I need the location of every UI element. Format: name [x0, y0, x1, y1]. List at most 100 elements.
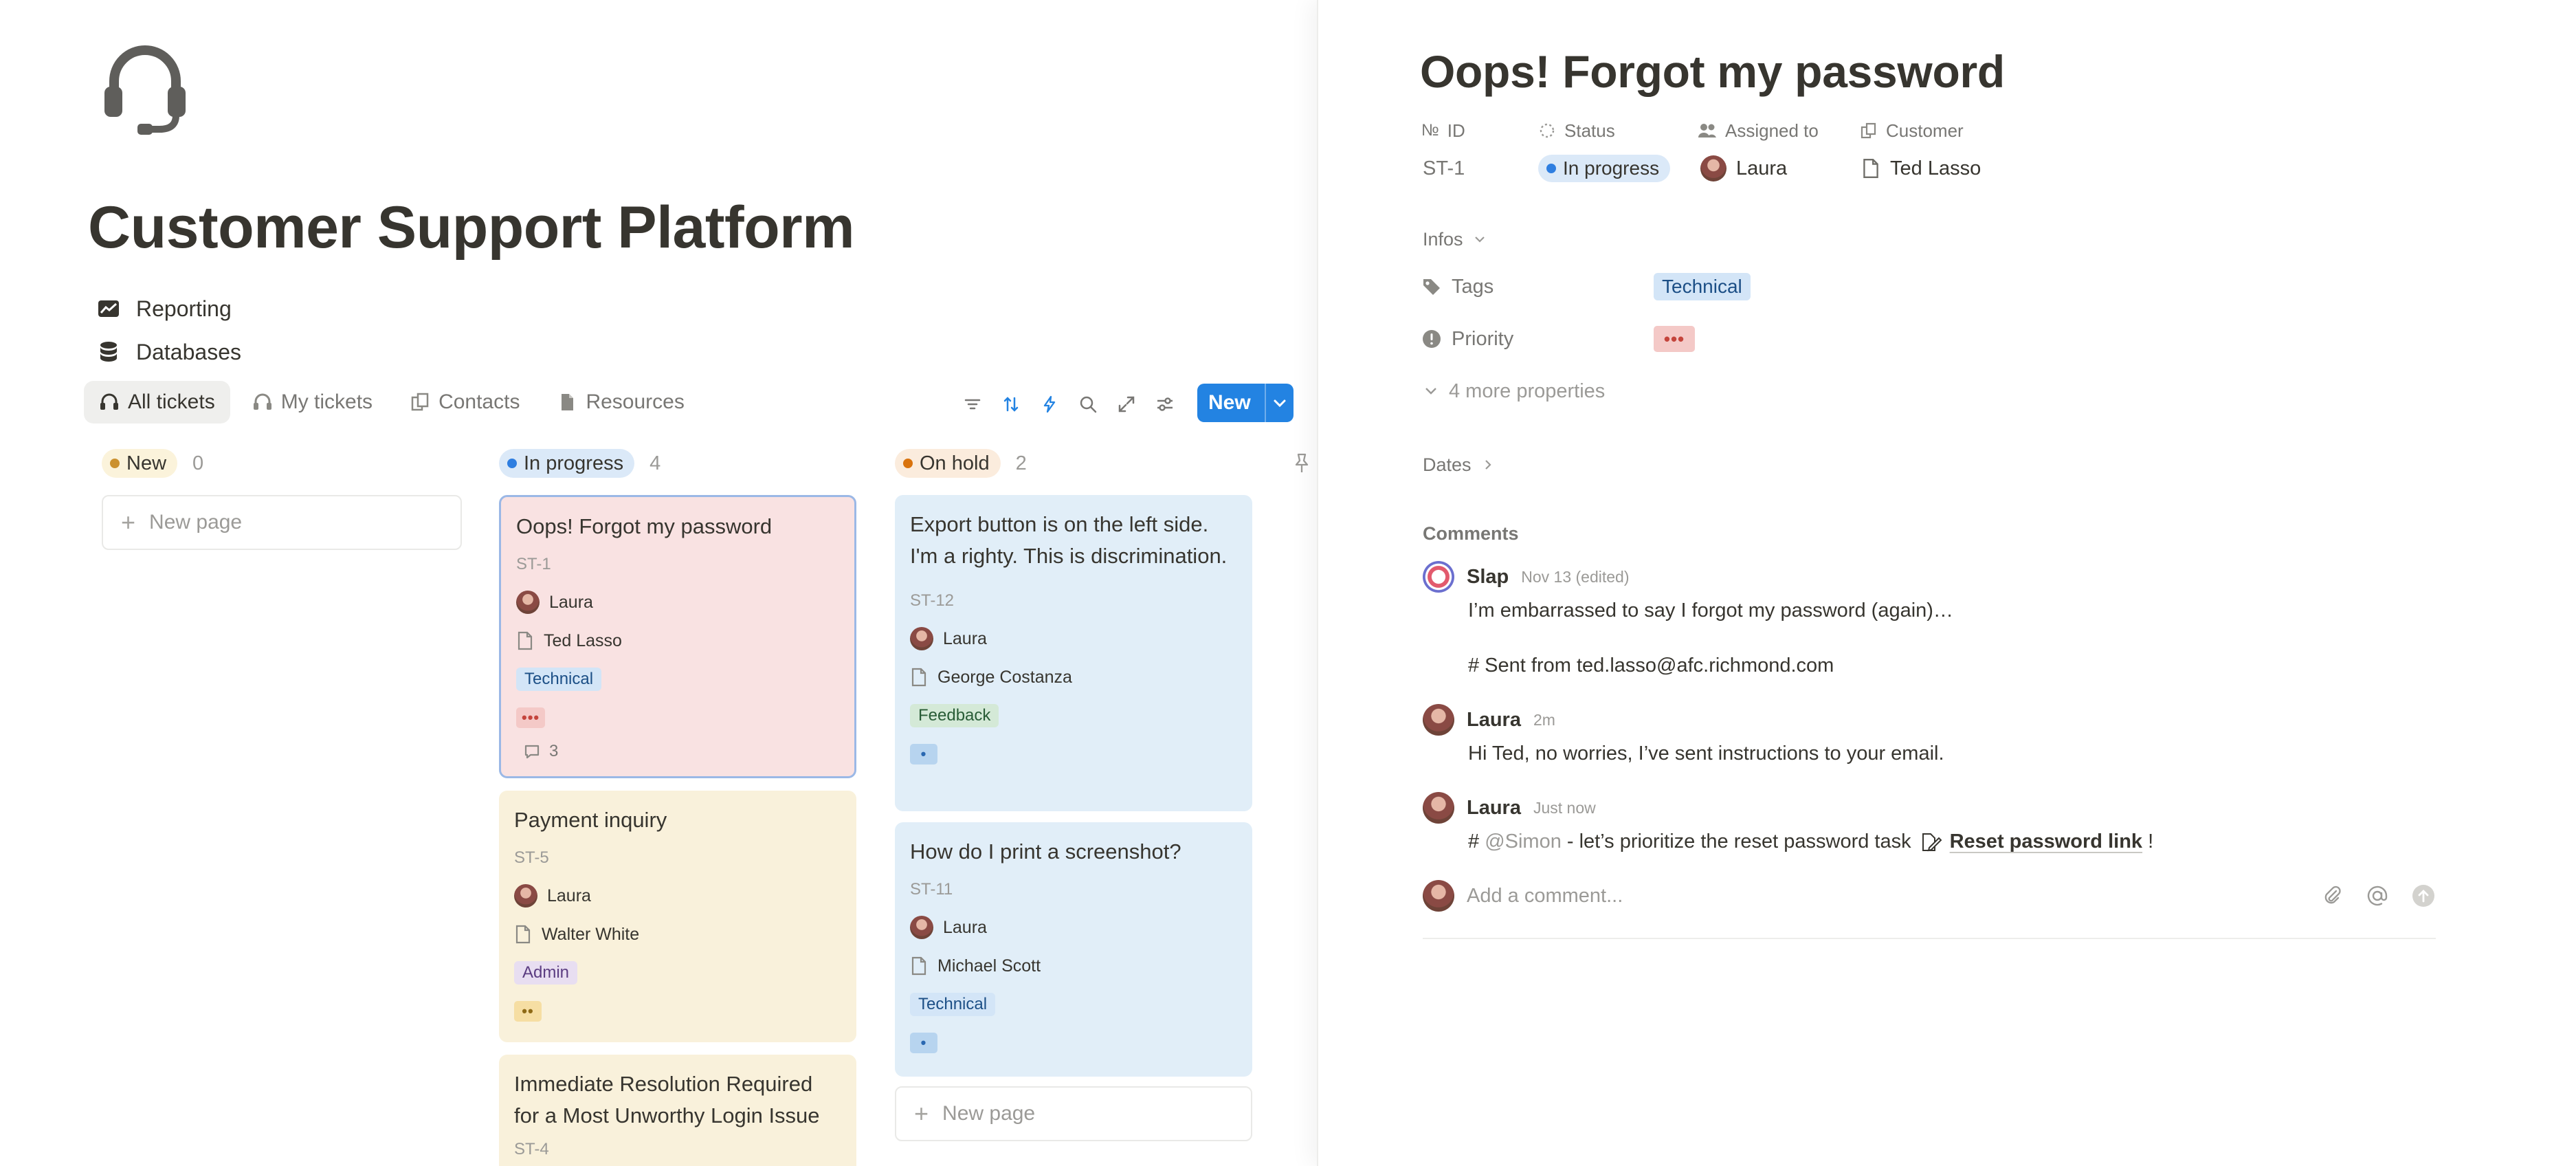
tags-property[interactable]: Tags Technical — [1421, 271, 1751, 302]
ticket-title[interactable]: Oops! Forgot my password — [1420, 45, 2005, 98]
user-mention[interactable]: @Simon — [1485, 830, 1562, 853]
chevron-down-icon — [1425, 388, 1436, 395]
priority-badge[interactable]: ••• — [1654, 326, 1695, 352]
ticket-card[interactable]: Export button is on the left side. I'm a… — [895, 495, 1252, 811]
status-badge[interactable]: On hold — [895, 449, 1001, 478]
column-count: 4 — [649, 452, 661, 474]
column-header-on-hold: On hold 2 — [895, 448, 1027, 478]
customer-property-header: Customer — [1860, 118, 1964, 143]
new-page-label: New page — [149, 511, 243, 534]
settings-sliders-icon[interactable] — [1155, 394, 1175, 415]
priority-property[interactable]: Priority ••• — [1421, 323, 1695, 355]
add-comment-input[interactable]: Add a comment... — [1467, 885, 2309, 908]
document-icon — [1863, 159, 1878, 178]
id-label: ID — [1447, 120, 1465, 141]
card-tags: Technical — [910, 991, 1237, 1018]
add-comment-row: Add a comment... — [1423, 879, 2436, 913]
comment-text: Hi Ted, no worries, I’ve sent instructio… — [1468, 742, 1944, 764]
id-value: ST-1 — [1423, 157, 1465, 179]
expand-icon[interactable] — [1116, 394, 1137, 415]
document-icon — [518, 631, 533, 650]
chevron-down-icon[interactable] — [1266, 395, 1293, 410]
send-icon[interactable] — [2411, 883, 2436, 908]
status-badge-label: In progress — [1563, 157, 1660, 179]
assignee-name: Laura — [549, 592, 593, 612]
databases-link[interactable]: Databases — [96, 334, 241, 370]
card-customer: Ted Lasso — [516, 628, 839, 654]
at-mention-icon[interactable] — [2366, 884, 2389, 908]
plus-icon: + — [121, 508, 136, 536]
reporting-link[interactable]: Reporting — [96, 291, 232, 327]
filter-icon[interactable] — [962, 394, 983, 415]
ticket-card[interactable]: Immediate Resolution Required for a Most… — [499, 1055, 856, 1166]
lightning-icon[interactable] — [1039, 394, 1060, 415]
tab-contacts[interactable]: Contacts — [395, 381, 535, 424]
pin-icon[interactable] — [1292, 452, 1311, 474]
tag-badge[interactable]: Technical — [1654, 273, 1751, 300]
page-link[interactable]: Reset password link — [1950, 830, 2142, 853]
customer-value[interactable]: Ted Lasso — [1861, 153, 1981, 184]
card-title: How do I print a screenshot? — [910, 839, 1181, 864]
new-page-label: New page — [942, 1102, 1036, 1125]
paperclip-icon[interactable] — [2322, 885, 2344, 907]
infos-toggle[interactable]: Infos — [1423, 226, 1487, 253]
tab-my-tickets[interactable]: My tickets — [237, 381, 388, 424]
status-badge[interactable]: In progress — [499, 449, 635, 478]
card-title: Immediate Resolution Required for a Most… — [514, 1072, 820, 1128]
more-properties-toggle[interactable]: 4 more properties — [1421, 375, 1605, 407]
comment-text: I’m embarrassed to say I forgot my passw… — [1468, 600, 1953, 622]
new-page-button[interactable]: + New page — [895, 1086, 1252, 1141]
avatar — [1423, 704, 1454, 736]
card-id: ST-11 — [910, 880, 953, 899]
status-label: Status — [1564, 120, 1615, 141]
ticket-card[interactable]: Payment inquiry ST-5 Laura Walter White … — [499, 791, 856, 1042]
sort-icon[interactable] — [1001, 394, 1021, 415]
new-page-button[interactable]: + New page — [102, 495, 462, 550]
dates-label: Dates — [1423, 454, 1472, 475]
new-button[interactable]: New — [1197, 384, 1293, 422]
customer-name: George Costanza — [937, 667, 1072, 687]
comment-author[interactable]: Laura — [1467, 797, 1521, 820]
dates-toggle[interactable]: Dates — [1423, 451, 1495, 478]
comment-author[interactable]: Laura — [1467, 709, 1521, 732]
view-toolbar — [962, 385, 1175, 424]
status-value[interactable]: In progress — [1538, 153, 1671, 184]
card-customer: Michael Scott — [910, 953, 1237, 979]
plus-icon: + — [914, 1099, 929, 1128]
status-dot — [1546, 164, 1556, 173]
ticket-card[interactable]: Oops! Forgot my password ST-1 Laura Ted … — [499, 495, 856, 778]
tab-resources[interactable]: Resources — [542, 381, 699, 424]
assigned-value[interactable]: Laura — [1700, 153, 1787, 184]
card-priority: •• — [514, 998, 841, 1024]
database-icon — [100, 342, 117, 362]
comment-suffix: ! — [2142, 830, 2154, 852]
people-icon — [1698, 124, 1716, 138]
relation-icon — [1861, 122, 1876, 139]
comment-author[interactable]: Slap — [1467, 566, 1509, 588]
status-badge[interactable]: New — [102, 449, 178, 478]
tab-label: All tickets — [128, 390, 215, 413]
card-tags: Feedback — [910, 703, 1237, 729]
comments-heading: Comments — [1423, 522, 1519, 544]
view-tabs: All tickets My tickets Contacts Resource… — [84, 381, 700, 424]
card-assignee: Laura — [910, 914, 1237, 940]
headset-icon[interactable] — [102, 38, 188, 135]
avatar — [910, 916, 933, 939]
priority-badge: ••• — [516, 707, 546, 728]
tab-all-tickets[interactable]: All tickets — [84, 381, 230, 424]
customer-name: Ted Lasso — [1890, 157, 1981, 179]
document-icon — [515, 925, 531, 944]
comment-count: 3 — [549, 742, 559, 760]
search-icon[interactable] — [1078, 394, 1098, 415]
assigned-label: Assigned to — [1725, 120, 1819, 141]
ticket-card[interactable]: How do I print a screenshot? ST-11 Laura… — [895, 822, 1252, 1077]
customer-name: Walter White — [542, 924, 640, 944]
status-label: New — [126, 452, 167, 474]
headset-icon — [253, 393, 271, 410]
headset-icon — [100, 393, 118, 410]
card-id: ST-12 — [910, 591, 955, 610]
column-count: 0 — [192, 452, 204, 474]
status-label: In progress — [524, 452, 624, 474]
status-badge[interactable]: In progress — [1538, 155, 1671, 182]
card-assignee: Laura — [514, 883, 841, 909]
